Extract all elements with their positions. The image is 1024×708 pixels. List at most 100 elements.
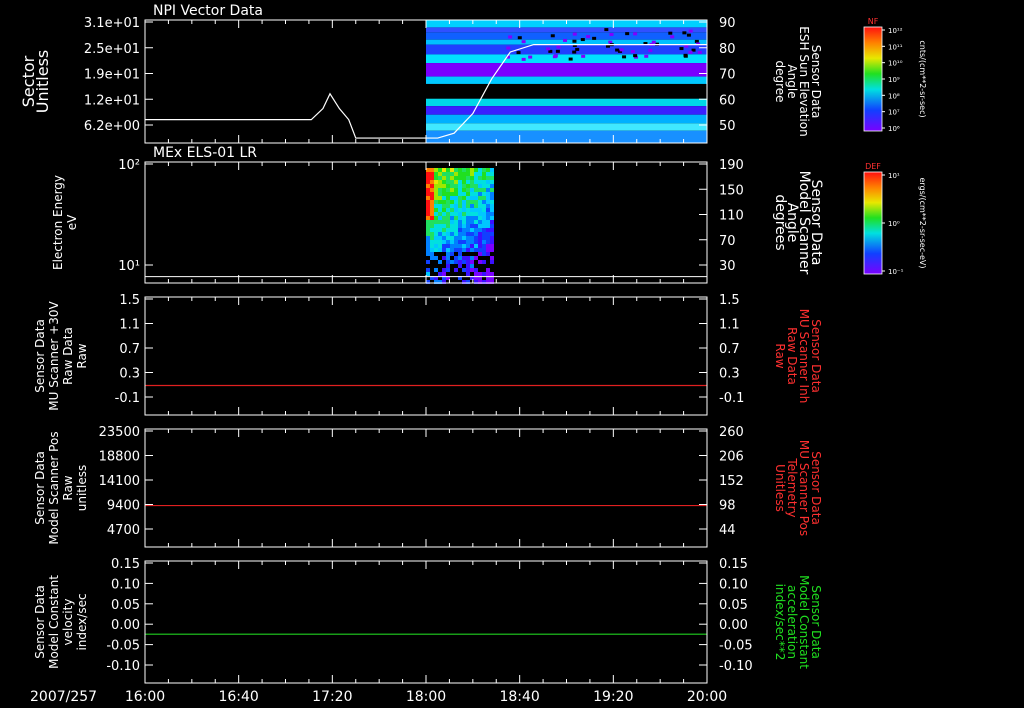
heatmap-cell xyxy=(474,200,478,204)
heatmap-cell xyxy=(454,240,458,244)
heatmap-cell xyxy=(486,200,490,204)
y-axis-label-line: velocity xyxy=(61,599,75,646)
heatmap-cell xyxy=(450,248,454,252)
y2-tick-label: 98 xyxy=(719,499,736,514)
heatmap-cell xyxy=(462,176,466,180)
heatmap-cell xyxy=(442,244,446,248)
y2-tick-label: 152 xyxy=(719,474,744,489)
heatmap-cell xyxy=(454,200,458,204)
heatmap-cell xyxy=(430,216,434,220)
y-tick-label: -0.1 xyxy=(115,391,140,406)
x-tick-label: 16:00 xyxy=(125,689,165,705)
heatmap-cell xyxy=(490,192,494,196)
heatmap-cell xyxy=(426,268,430,272)
heatmap-cell xyxy=(697,50,702,54)
heatmap-cell xyxy=(474,272,478,276)
heatmap-cell xyxy=(446,208,450,212)
heatmap-cell xyxy=(644,54,649,58)
heatmap-cell xyxy=(426,232,430,236)
heatmap-cell xyxy=(446,228,450,232)
y-axis-label: Sensor Data MU Scanner +30V Raw Data Raw xyxy=(33,301,89,411)
heatmap-cell xyxy=(426,236,430,240)
heatmap-cell xyxy=(462,236,466,240)
heatmap-cell xyxy=(430,256,434,260)
heatmap-cell xyxy=(466,204,470,208)
heatmap-cell xyxy=(426,216,430,220)
y-tick-label: 0.00 xyxy=(111,618,140,633)
heatmap-cell xyxy=(434,168,438,172)
heatmap-cell xyxy=(438,216,442,220)
heatmap-cell xyxy=(442,192,446,196)
heatmap-cell xyxy=(426,224,430,228)
heatmap-cell xyxy=(668,31,673,35)
heatmap-cell xyxy=(446,176,450,180)
heatmap-cell xyxy=(430,252,434,256)
heatmap-cell xyxy=(575,47,580,51)
heatmap-cell xyxy=(478,228,482,232)
heatmap-cell xyxy=(486,252,490,256)
heatmap-cell xyxy=(454,168,458,172)
heatmap-cell xyxy=(434,180,438,184)
heatmap-cell xyxy=(462,188,466,192)
heatmap-cell xyxy=(688,29,693,33)
y-axis-label-line: Model Scanner Pos xyxy=(47,431,61,544)
y-tick-label: 0.15 xyxy=(111,557,140,572)
y2-tick-label: 0.7 xyxy=(719,342,740,357)
colorbar-unit: cnts/(cm**2-sr-sec) xyxy=(918,40,927,117)
colorbar-gradient xyxy=(863,26,883,132)
heatmap-cell xyxy=(466,240,470,244)
heatmap-cell xyxy=(470,200,474,204)
heatmap-cell xyxy=(458,180,462,184)
heatmap-cell xyxy=(474,220,478,224)
heatmap-cell xyxy=(438,224,442,228)
heatmap-cell xyxy=(478,244,482,248)
heatmap-cell xyxy=(478,176,482,180)
heatmap-cell xyxy=(438,212,442,216)
heatmap-cell xyxy=(490,188,494,192)
heatmap-cell xyxy=(442,176,446,180)
heatmap-cell xyxy=(454,248,458,252)
heatmap-cell xyxy=(426,244,430,248)
colorbar-tick-label: 10¹⁰ xyxy=(888,60,903,68)
heatmap-cell xyxy=(454,244,458,248)
heatmap-cell xyxy=(442,216,446,220)
y-axis-label-line: Raw xyxy=(61,475,75,500)
colorbar-tick-label: 10¹² xyxy=(888,27,903,35)
heatmap-cell xyxy=(434,192,438,196)
y-tick-label: 1.1 xyxy=(119,318,140,333)
panel-2: 10² 10¹ 190 150 110 70 30 MEx ELS-01 LR Electron… xyxy=(51,145,824,284)
heatmap-cell xyxy=(553,54,558,58)
x-tick-label: 19:20 xyxy=(593,689,633,705)
heatmap-cell xyxy=(458,208,462,212)
heatmap-cell xyxy=(426,252,430,256)
heatmap-band xyxy=(426,32,707,40)
heatmap-cell xyxy=(454,256,458,260)
heatmap-cell xyxy=(454,172,458,176)
y-tick-label: 10² xyxy=(118,158,140,173)
heatmap-cell xyxy=(466,220,470,224)
heatmap-cell xyxy=(474,204,478,208)
heatmap-cell xyxy=(430,196,434,200)
heatmap-cell xyxy=(430,200,434,204)
heatmap-band xyxy=(426,83,707,99)
heatmap-cell xyxy=(474,168,478,172)
y2-tick-label: -0.1 xyxy=(719,391,744,406)
y2-axis-label: Sensor DataModel Constantaccelerationind… xyxy=(773,575,823,669)
heatmap-band xyxy=(426,106,707,115)
colorbar-tick-label: 10⁹ xyxy=(888,76,900,84)
heatmap-cell xyxy=(446,196,450,200)
colorbar-tick-label: 10¹ xyxy=(888,172,900,180)
heatmap-cell xyxy=(490,184,494,188)
heatmap-cell xyxy=(482,224,486,228)
heatmap-cell xyxy=(470,176,474,180)
heatmap-cell xyxy=(482,204,486,208)
heatmap-cell xyxy=(474,192,478,196)
heatmap-band xyxy=(426,98,707,107)
heatmap-cell xyxy=(426,196,430,200)
heatmap-cell xyxy=(470,256,474,260)
heatmap-cell xyxy=(474,212,478,216)
heatmap-cell xyxy=(454,212,458,216)
heatmap-cell xyxy=(450,232,454,236)
heatmap-cell xyxy=(462,212,466,216)
heatmap-cell xyxy=(482,188,486,192)
